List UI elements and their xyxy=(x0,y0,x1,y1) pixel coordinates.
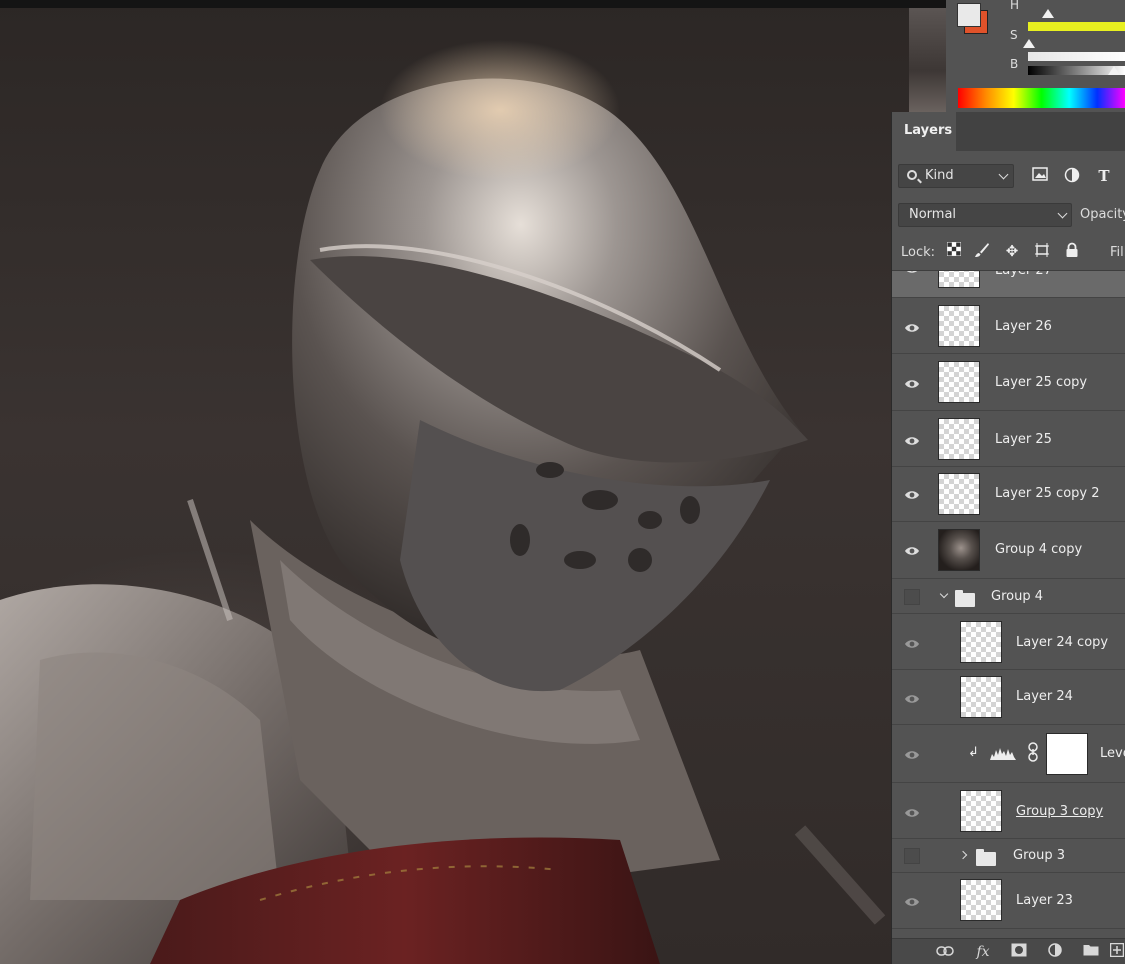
layer-name: Layer 25 copy xyxy=(995,375,1088,390)
saturation-label: S xyxy=(1010,28,1018,42)
hue-slider[interactable] xyxy=(1028,9,1125,31)
layer-name: Layer 25 copy 2 xyxy=(995,486,1100,501)
blend-mode-select[interactable]: Normal xyxy=(898,203,1072,227)
layer-name: Layer 23 xyxy=(1016,893,1073,908)
layer-row-layer-23[interactable]: Layer 23 xyxy=(892,874,1125,929)
layer-list[interactable]: Layer 27 Layer 26 Layer 25 copy Layer 25… xyxy=(892,270,1125,938)
levels-histogram-icon xyxy=(989,745,1017,765)
visibility-eye-icon[interactable] xyxy=(904,897,920,907)
blend-mode-value: Normal xyxy=(909,207,957,222)
tab-layers[interactable]: Layers xyxy=(892,112,956,151)
clipping-mask-arrow-icon: ↲ xyxy=(968,745,979,760)
layer-thumbnail xyxy=(938,271,980,288)
color-panel: H S B xyxy=(946,0,1125,112)
expand-chevron-icon[interactable] xyxy=(958,850,968,860)
folder-icon xyxy=(955,590,975,607)
kind-filter-value: Kind xyxy=(925,168,954,183)
layer-thumbnail xyxy=(960,621,1002,663)
visibility-eye-icon[interactable] xyxy=(904,750,920,760)
layer-row-layer-27[interactable]: Layer 27 xyxy=(892,270,1125,298)
panel-tab-bar: Layers xyxy=(892,112,1125,151)
brightness-slider-thumb[interactable] xyxy=(1108,66,1120,75)
layer-row-group-4[interactable]: Group 4 xyxy=(892,580,1125,614)
layer-row-layer-26[interactable]: Layer 26 xyxy=(892,299,1125,354)
layers-panel-footer: fx xyxy=(892,938,1125,964)
mask-link-icon[interactable] xyxy=(1028,742,1038,766)
layer-name: Layer 24 xyxy=(1016,689,1073,704)
lock-position-icon[interactable]: ✥ xyxy=(1003,242,1021,260)
folder-icon xyxy=(976,849,996,866)
visibility-eye-icon[interactable] xyxy=(904,436,920,446)
chevron-down-icon xyxy=(1057,208,1068,219)
fill-label: Fill xyxy=(1110,245,1125,260)
layer-name: Layer 25 xyxy=(995,432,1052,447)
layer-row-group-4-copy[interactable]: Group 4 copy xyxy=(892,523,1125,579)
chevron-down-icon xyxy=(998,169,1009,180)
mask-icon[interactable] xyxy=(1010,943,1028,961)
visibility-eye-icon[interactable] xyxy=(904,808,920,818)
layers-panel: Layers Kind T Normal Opacity Lock: ✥ Fil… xyxy=(891,112,1125,964)
visibility-eye-icon[interactable] xyxy=(904,271,920,274)
layer-name: Group 4 copy xyxy=(995,542,1083,557)
layer-row-group-3[interactable]: Group 3 xyxy=(892,840,1125,873)
visibility-toggle-empty[interactable] xyxy=(904,589,920,605)
layer-row-layer-25[interactable]: Layer 25 xyxy=(892,412,1125,467)
lock-transparent-pixels-icon[interactable] xyxy=(945,242,963,260)
visibility-eye-icon[interactable] xyxy=(904,379,920,389)
link-icon[interactable] xyxy=(936,943,954,961)
visibility-eye-icon[interactable] xyxy=(904,694,920,704)
hue-slider-thumb[interactable] xyxy=(1042,9,1054,18)
folder-icon[interactable] xyxy=(1082,943,1100,961)
lock-all-icon[interactable] xyxy=(1063,242,1081,260)
visibility-eye-icon[interactable] xyxy=(904,323,920,333)
layer-name: Group 3 copy xyxy=(1016,804,1104,819)
saturation-slider[interactable] xyxy=(1023,39,1125,61)
brightness-slider[interactable] xyxy=(1028,66,1125,75)
image-filter-icon[interactable] xyxy=(1031,167,1049,185)
visibility-eye-icon[interactable] xyxy=(904,546,920,556)
kind-filter-select[interactable]: Kind xyxy=(898,164,1014,188)
layer-row-layer-24-copy[interactable]: Layer 24 copy xyxy=(892,615,1125,670)
new-layer-icon[interactable] xyxy=(1108,942,1125,961)
layer-thumbnail xyxy=(960,879,1002,921)
lock-image-pixels-icon[interactable] xyxy=(973,242,991,260)
layer-thumbnail xyxy=(938,529,980,571)
layer-name: Layer 26 xyxy=(995,319,1052,334)
visibility-toggle-empty[interactable] xyxy=(904,848,920,864)
layer-name: Layer 27 xyxy=(995,270,1052,278)
layer-thumbnail xyxy=(938,473,980,515)
layer-name: Group 4 xyxy=(991,589,1043,604)
brightness-label: B xyxy=(1010,57,1019,71)
layer-row-group-3-copy[interactable]: Group 3 copy xyxy=(892,784,1125,839)
layer-thumbnail xyxy=(938,305,980,347)
fx-icon[interactable]: fx xyxy=(974,943,992,961)
layer-mask-thumbnail[interactable] xyxy=(1046,733,1088,775)
layer-row-layer-25-copy[interactable]: Layer 25 copy xyxy=(892,355,1125,411)
visibility-eye-icon[interactable] xyxy=(904,490,920,500)
lock-label: Lock: xyxy=(901,245,936,260)
layer-row-layer-25-copy-2[interactable]: Layer 25 copy 2 xyxy=(892,468,1125,522)
layer-row-layer-24[interactable]: Layer 24 xyxy=(892,671,1125,725)
layer-name: Layer 24 copy xyxy=(1016,635,1109,650)
layer-thumbnail xyxy=(960,676,1002,718)
adjustment-filter-icon[interactable] xyxy=(1063,167,1081,185)
layer-name: Group 3 xyxy=(1013,848,1065,863)
search-icon xyxy=(907,170,917,180)
layer-thumbnail xyxy=(938,418,980,460)
layer-thumbnail xyxy=(960,790,1002,832)
visibility-eye-icon[interactable] xyxy=(904,639,920,649)
hue-label: H xyxy=(1010,0,1020,12)
layer-row-levels-adjustment[interactable]: ↲ Leve xyxy=(892,726,1125,783)
layer-name: Leve xyxy=(1100,746,1125,761)
type-filter-icon[interactable]: T xyxy=(1095,167,1113,185)
artboard-lock-icon[interactable] xyxy=(1033,242,1051,260)
layer-thumbnail xyxy=(938,361,980,403)
foreground-color-swatch[interactable] xyxy=(957,3,981,27)
expand-chevron-icon[interactable] xyxy=(939,589,949,599)
opacity-label: Opacity xyxy=(1080,207,1125,222)
saturation-slider-thumb[interactable] xyxy=(1023,39,1035,48)
adjustment-icon[interactable] xyxy=(1046,943,1064,961)
reference-thumbnail xyxy=(909,8,946,112)
color-spectrum-bar[interactable] xyxy=(958,88,1125,108)
